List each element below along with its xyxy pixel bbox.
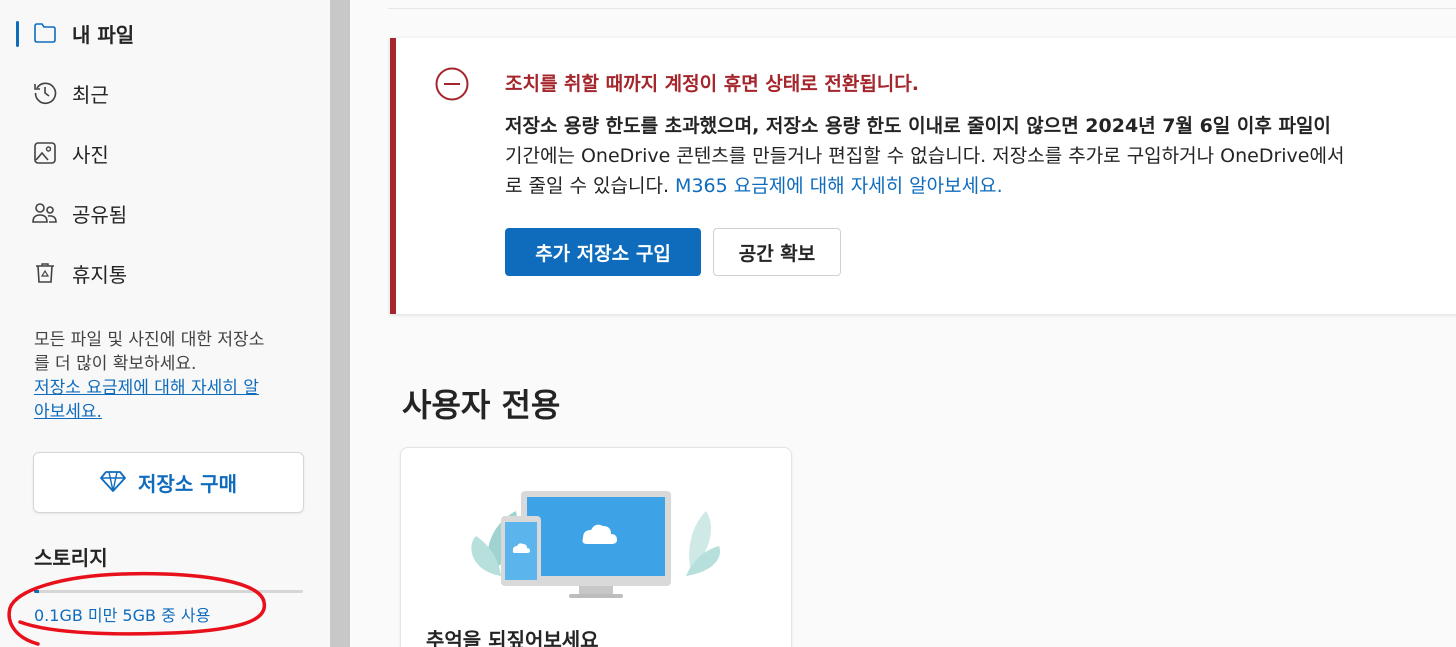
storage-promo: 모든 파일 및 사진에 대한 저장소 를 더 많이 확보하세요. 저장소 요금제… bbox=[34, 328, 304, 424]
storage-plans-link[interactable]: 저장소 요금제에 대해 자세히 알 bbox=[34, 376, 304, 400]
alert-line: 저장소 용량 한도를 초과했으며, 저장소 용량 한도 이내로 줄이지 않으면 … bbox=[505, 115, 1331, 137]
devices-cloud-illustration bbox=[471, 491, 721, 598]
alert-line: 로 줄일 수 있습니다. M365 요금제에 대해 자세히 알아보세요. bbox=[505, 171, 1456, 201]
divider bbox=[388, 8, 1456, 9]
diamond-icon bbox=[100, 470, 126, 496]
section-title: 사용자 전용 bbox=[402, 386, 561, 424]
buy-storage-button[interactable]: 저장소 구매 bbox=[33, 452, 304, 513]
storage-title: 스토리지 bbox=[34, 546, 108, 570]
storage-plans-link[interactable]: 아보세요. bbox=[34, 400, 304, 424]
sidebar-item-recycle-bin[interactable]: 휴지통 bbox=[16, 251, 316, 295]
folder-icon bbox=[32, 20, 58, 46]
alert-line: 기간에는 OneDrive 콘텐츠를 만들거나 편집할 수 없습니다. 저장소를… bbox=[505, 145, 1345, 167]
promo-text-line: 모든 파일 및 사진에 대한 저장소 bbox=[34, 330, 265, 350]
pane-splitter[interactable] bbox=[330, 0, 350, 647]
sidebar-item-label: 최근 bbox=[72, 82, 109, 107]
image-icon bbox=[32, 140, 58, 166]
alert-title: 조치를 취할 때까지 계정이 휴면 상태로 전환됩니다. bbox=[505, 73, 919, 95]
m365-plans-link[interactable]: M365 요금제에 대해 자세히 알아보세요. bbox=[675, 175, 1003, 197]
sidebar-item-label: 공유됨 bbox=[72, 202, 128, 227]
buy-storage-label: 저장소 구매 bbox=[138, 472, 237, 496]
people-icon bbox=[32, 200, 58, 226]
promo-text-line: 를 더 많이 확보하세요. bbox=[34, 354, 197, 374]
sidebar-item-label: 사진 bbox=[72, 142, 109, 167]
recycle-bin-icon bbox=[32, 260, 58, 286]
alert-line-text: 로 줄일 수 있습니다. bbox=[505, 175, 676, 197]
card-title: 추억을 되짚어보세요 bbox=[426, 628, 599, 647]
dormant-account-alert: 조치를 취할 때까지 계정이 휴면 상태로 전환됩니다. 저장소 용량 한도를 … bbox=[390, 38, 1456, 314]
sidebar-item-photos[interactable]: 사진 bbox=[16, 131, 316, 175]
free-up-space-button[interactable]: 공간 확보 bbox=[713, 228, 841, 276]
minus-circle-icon bbox=[435, 67, 469, 101]
sidebar-item-label: 내 파일 bbox=[72, 22, 135, 47]
sidebar-item-recent[interactable]: 최근 bbox=[16, 71, 316, 115]
sidebar-item-my-files[interactable]: 내 파일 bbox=[16, 11, 316, 55]
alert-body: 저장소 용량 한도를 초과했으며, 저장소 용량 한도 이내로 줄이지 않으면 … bbox=[505, 111, 1456, 201]
memories-card[interactable]: 추억을 되짚어보세요 bbox=[400, 447, 792, 647]
sidebar-item-shared[interactable]: 공유됨 bbox=[16, 191, 316, 235]
sidebar: 내 파일 최근 사진 공유됨 휴지통 모든 파일 및 사진에 대한 저장소 를 … bbox=[0, 0, 330, 647]
main-content: 조치를 취할 때까지 계정이 휴면 상태로 전환됩니다. 저장소 용량 한도를 … bbox=[350, 0, 1456, 647]
history-icon bbox=[32, 80, 58, 106]
red-annotation-circle bbox=[7, 571, 267, 646]
buy-more-storage-button[interactable]: 추가 저장소 구입 bbox=[505, 228, 701, 276]
sidebar-item-label: 휴지통 bbox=[72, 262, 128, 287]
